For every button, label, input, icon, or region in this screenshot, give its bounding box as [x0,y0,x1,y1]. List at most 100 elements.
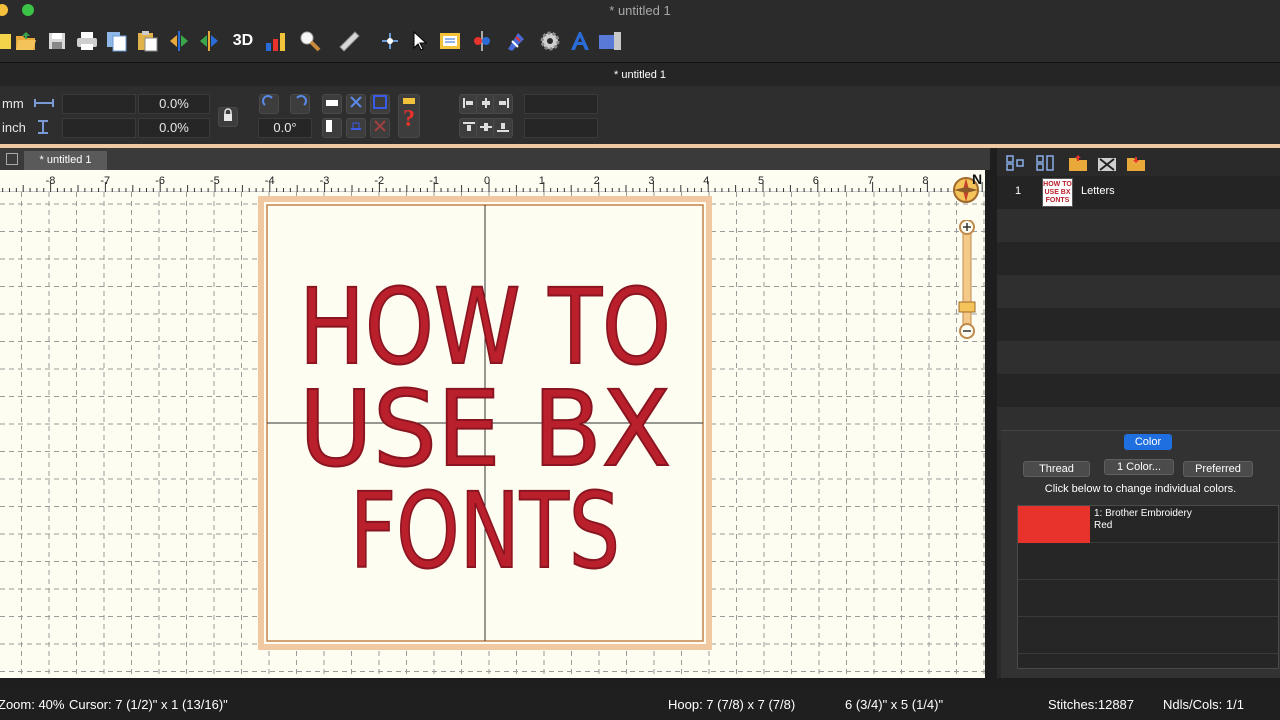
open-icon[interactable] [13,28,39,54]
align-left-icon [463,95,475,113]
height-field[interactable] [62,118,136,138]
text-tool-icon[interactable] [567,28,593,54]
cursor-status: Cursor: 7 (1/2)" x 1 (13/16)" [69,697,228,712]
color-list: 1: Brother Embroidery Red [1017,505,1279,669]
transfer-icon[interactable] [597,28,623,54]
scale-x-field[interactable]: 0.0% [138,94,210,114]
point-edit-icon[interactable] [377,28,403,54]
position-y-field[interactable] [524,118,598,138]
measure-icon[interactable] [336,28,362,54]
stitch-count-status: Stitches:12887 [1048,697,1135,712]
hoop-status: Hoop: 7 (7/8) x 7 (7/8) [668,697,796,712]
zoom-icon[interactable] [297,28,323,54]
align-right-icon [497,95,509,113]
color-row[interactable]: 1: Brother Embroidery Red [1018,506,1278,543]
flip-horizontal-icon[interactable] [166,28,192,54]
status-bar: Zoom: 40% Cursor: 7 (1/2)" x 1 (13/16)" … [0,688,1280,720]
save-icon[interactable] [44,28,70,54]
horizontal-ruler: -8 -7 -6 -5 -4 -3 -2 -1 0 1 2 3 4 5 6 7 8 [0,170,985,192]
object-row[interactable] [997,275,1280,308]
rotate-right-icon [293,94,307,114]
center-button[interactable] [346,94,366,114]
delete-object-icon[interactable] [1096,153,1118,178]
thread-button[interactable]: Thread [1023,461,1090,477]
document-tab-strip: * untitled 1 [0,148,990,170]
preferred-button[interactable]: Preferred [1183,461,1253,477]
color-hint: Click below to change individual colors. [1044,483,1237,495]
lock-icon [222,107,234,127]
align-top-icon [463,119,475,137]
document-title: * untitled 1 [614,69,666,81]
right-panel: 1 HOW TO USE BX FONTS Letters Color Thread 1… [997,148,1280,678]
thumbnail-text: USE BX [1044,188,1071,196]
design-text-line[interactable]: FONTS [349,469,621,593]
align-vcenter-icon [480,119,492,137]
color-swatch[interactable] [1018,506,1090,543]
align-bottom-icon [497,119,509,137]
design-size-status: 6 (3/4)" x 5 (1/4)" [845,697,944,712]
ungroup-icon [373,119,387,138]
object-row[interactable]: 1 HOW TO USE BX FONTS Letters [997,176,1280,209]
unit-inch-label: inch [2,120,26,135]
rotate-right-button[interactable] [290,94,310,114]
align-right-button[interactable] [493,94,513,114]
color-panel: Color Thread 1 Color... Preferred Click … [1001,430,1280,678]
object-row[interactable] [997,209,1280,242]
object-row[interactable] [997,374,1280,407]
rotate-left-button[interactable] [259,94,279,114]
print-icon[interactable] [74,28,100,54]
half-fill-icon [326,119,338,137]
align-top-button[interactable] [322,94,342,114]
object-row[interactable] [997,308,1280,341]
copy-icon[interactable] [104,28,130,54]
color-row[interactable] [1018,617,1278,654]
zoom-slider[interactable] [957,219,977,340]
design-center-icon[interactable] [437,28,463,54]
flip-vertical-icon[interactable] [196,28,222,54]
folder-down-icon[interactable] [1125,153,1147,178]
compass-north-label: N [972,171,983,187]
ungroup-button[interactable] [370,118,390,138]
document-tab[interactable]: * untitled 1 [24,151,107,170]
help-button[interactable]: ? [398,94,420,138]
width-field[interactable] [62,94,136,114]
window-title-bar: * untitled 1 [0,0,1280,20]
object-row[interactable] [997,341,1280,374]
paste-icon[interactable] [134,28,160,54]
align-half-button[interactable] [322,118,342,138]
object-name: Letters [1081,185,1115,197]
align-hcenter-icon [480,95,492,113]
sort-objects-icon[interactable] [1005,154,1027,177]
group-button[interactable] [370,94,390,114]
stitch-chart-icon[interactable] [264,28,290,54]
compass-icon[interactable]: N [950,170,985,206]
folder-up-icon[interactable] [1067,153,1089,178]
object-toolbar [997,148,1280,176]
unit-mm-label: mm [2,96,24,111]
3d-view-icon[interactable]: 3D [229,28,257,54]
select-arrow-icon[interactable] [406,28,432,54]
color-brand-label: 1: Brother Embroidery [1094,508,1192,519]
color-row[interactable] [1018,580,1278,617]
sidebar-toggle-icon[interactable] [6,153,18,165]
rotation-field[interactable]: 0.0° [258,118,312,138]
object-row[interactable] [997,242,1280,275]
main-toolbar: 3D [0,20,1280,62]
design-canvas[interactable]: HOW TO USE BX FONTS -8 -7 -6 -5 -4 -3 -2 -1 0 1 2 3 4 5… [0,170,985,678]
settings-gear-icon[interactable] [537,28,563,54]
lock-aspect-button[interactable] [218,107,238,127]
color-tab[interactable]: Color [1124,434,1172,450]
wizard-icon[interactable] [503,28,529,54]
one-color-button[interactable]: 1 Color... [1104,459,1174,475]
scale-y-field[interactable]: 0.0% [138,118,210,138]
baseline-button[interactable] [346,118,366,138]
embroidery-design: HOW TOUSE BXFONTS [298,265,672,593]
baseline-icon [349,119,363,138]
object-thumbnail: HOW TO USE BX FONTS [1042,178,1073,207]
color-row[interactable] [1018,543,1278,580]
position-x-field[interactable] [524,94,598,114]
width-icon [33,96,55,114]
group-objects-icon[interactable] [1035,154,1057,177]
align-bottom-button[interactable] [493,118,513,138]
needle-color-icon[interactable] [469,28,495,54]
